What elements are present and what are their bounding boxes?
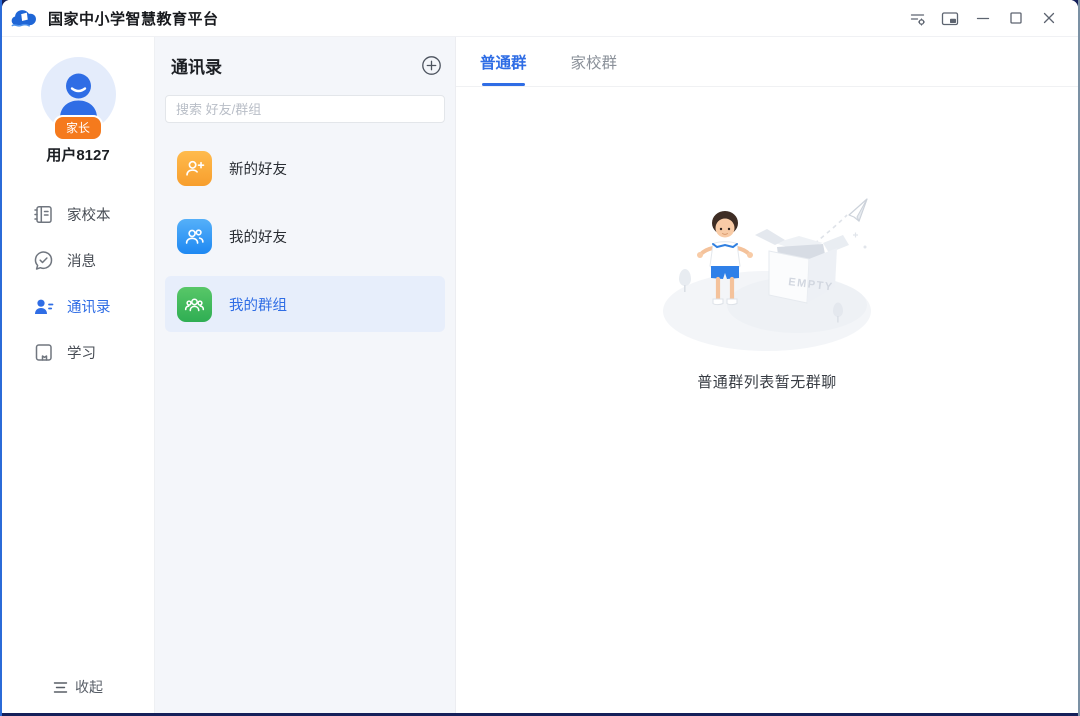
role-badge: 家长 <box>53 115 103 141</box>
empty-state: EMPTY <box>456 187 1078 392</box>
search-input[interactable] <box>165 95 445 123</box>
notebook-icon <box>33 204 54 225</box>
app-logo-cloud-icon <box>10 5 40 32</box>
app-title: 国家中小学智慧教育平台 <box>48 8 219 29</box>
add-contact-button[interactable] <box>420 55 442 77</box>
close-button[interactable] <box>1034 5 1064 31</box>
empty-state-message: 普通群列表暂无群聊 <box>697 371 837 392</box>
study-icon <box>33 342 54 363</box>
empty-box-illustration: EMPTY <box>647 187 887 359</box>
collapse-sidebar-button[interactable]: 收起 <box>53 677 103 697</box>
user-name: 用户8127 <box>46 144 109 165</box>
tab-homeschool-groups[interactable]: 家校群 <box>571 37 618 86</box>
sidebar-item-study[interactable]: 学习 <box>2 329 154 375</box>
sidebar: 家长 用户8127 家校本 <box>2 37 155 713</box>
maximize-button[interactable] <box>1001 5 1031 31</box>
tab-label: 家校群 <box>571 51 618 73</box>
sidebar-item-label: 通讯录 <box>67 296 111 317</box>
title-bar: 国家中小学智慧教育平台 <box>2 0 1078 37</box>
collapse-label: 收起 <box>75 677 103 697</box>
main-content: 普通群 家校群 <box>456 37 1078 713</box>
list-item-my-groups[interactable]: 我的群组 <box>165 276 445 332</box>
collapse-icon <box>53 681 68 694</box>
tab-label: 普通群 <box>480 51 527 73</box>
list-item-label: 我的群组 <box>229 294 287 315</box>
group-tabs: 普通群 家校群 <box>456 37 1078 87</box>
sidebar-item-homeschool-book[interactable]: 家校本 <box>2 191 154 237</box>
picture-in-picture-icon[interactable] <box>935 5 965 31</box>
user-profile[interactable]: 家长 用户8127 <box>41 57 116 165</box>
app-window: 国家中小学智慧教育平台 <box>2 0 1078 713</box>
contacts-panel: 通讯录 <box>155 37 456 713</box>
tab-normal-groups[interactable]: 普通群 <box>480 37 527 86</box>
contact-list: 新的好友 我的好友 <box>155 140 455 344</box>
two-people-icon <box>177 219 212 254</box>
sidebar-item-label: 消息 <box>67 250 96 271</box>
task-settings-icon[interactable] <box>902 5 932 31</box>
contacts-icon <box>33 296 54 317</box>
list-item-new-friends[interactable]: 新的好友 <box>165 140 445 196</box>
sidebar-item-contacts[interactable]: 通讯录 <box>2 283 154 329</box>
sidebar-item-label: 家校本 <box>67 204 111 225</box>
sidebar-item-messages[interactable]: 消息 <box>2 237 154 283</box>
sidebar-nav: 家校本 消息 <box>2 191 154 375</box>
message-check-icon <box>33 250 54 271</box>
contacts-panel-title: 通讯录 <box>171 53 222 78</box>
list-item-label: 新的好友 <box>229 158 287 179</box>
minimize-button[interactable] <box>968 5 998 31</box>
list-item-my-friends[interactable]: 我的好友 <box>165 208 445 264</box>
group-icon <box>177 287 212 322</box>
person-add-icon <box>177 151 212 186</box>
list-item-label: 我的好友 <box>229 226 287 247</box>
sidebar-item-label: 学习 <box>67 342 96 363</box>
